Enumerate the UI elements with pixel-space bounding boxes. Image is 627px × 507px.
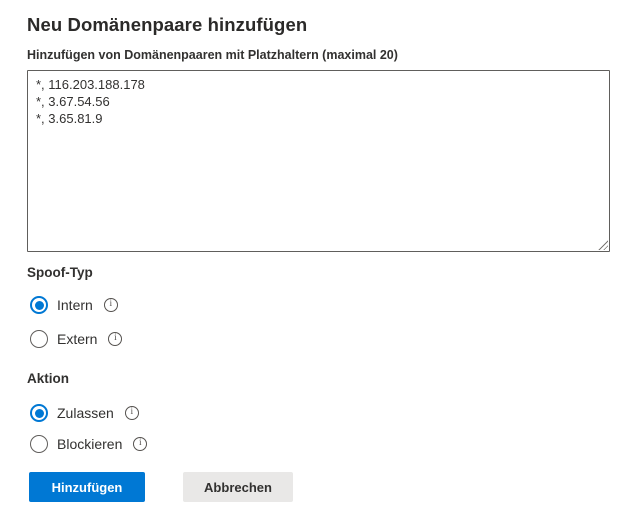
- radio-button-extern[interactable]: [30, 330, 48, 348]
- domain-pairs-textarea[interactable]: *, 116.203.188.178 *, 3.67.54.56 *, 3.65…: [27, 70, 610, 252]
- action-group-label: Aktion: [27, 371, 610, 387]
- radio-button-intern[interactable]: [30, 296, 48, 314]
- domain-pairs-label: Hinzufügen von Domänenpaaren mit Platzha…: [27, 48, 610, 63]
- radio-label-zulassen[interactable]: Zulassen: [57, 404, 114, 422]
- button-row: Hinzufügen Abbrechen: [29, 472, 610, 502]
- submit-button[interactable]: Hinzufügen: [29, 472, 145, 502]
- add-domain-pairs-panel: Neu Domänenpaare hinzufügen Hinzufügen v…: [0, 0, 627, 502]
- info-icon[interactable]: i: [104, 298, 118, 312]
- radio-label-blockieren[interactable]: Blockieren: [57, 435, 122, 453]
- cancel-button[interactable]: Abbrechen: [183, 472, 293, 502]
- page-title: Neu Domänenpaare hinzufügen: [27, 13, 610, 36]
- radio-option-blockieren[interactable]: Blockieren i: [30, 435, 610, 453]
- radio-option-intern[interactable]: Intern i: [30, 296, 610, 314]
- domain-pairs-input-wrap: *, 116.203.188.178 *, 3.67.54.56 *, 3.65…: [27, 70, 610, 252]
- info-icon[interactable]: i: [125, 406, 139, 420]
- spoof-type-group-label: Spoof-Typ: [27, 265, 610, 281]
- info-icon[interactable]: i: [133, 437, 147, 451]
- radio-label-intern[interactable]: Intern: [57, 296, 93, 314]
- radio-button-zulassen[interactable]: [30, 404, 48, 422]
- radio-button-blockieren[interactable]: [30, 435, 48, 453]
- radio-label-extern[interactable]: Extern: [57, 330, 97, 348]
- radio-option-extern[interactable]: Extern i: [30, 330, 610, 348]
- radio-option-zulassen[interactable]: Zulassen i: [30, 404, 610, 422]
- info-icon[interactable]: i: [108, 332, 122, 346]
